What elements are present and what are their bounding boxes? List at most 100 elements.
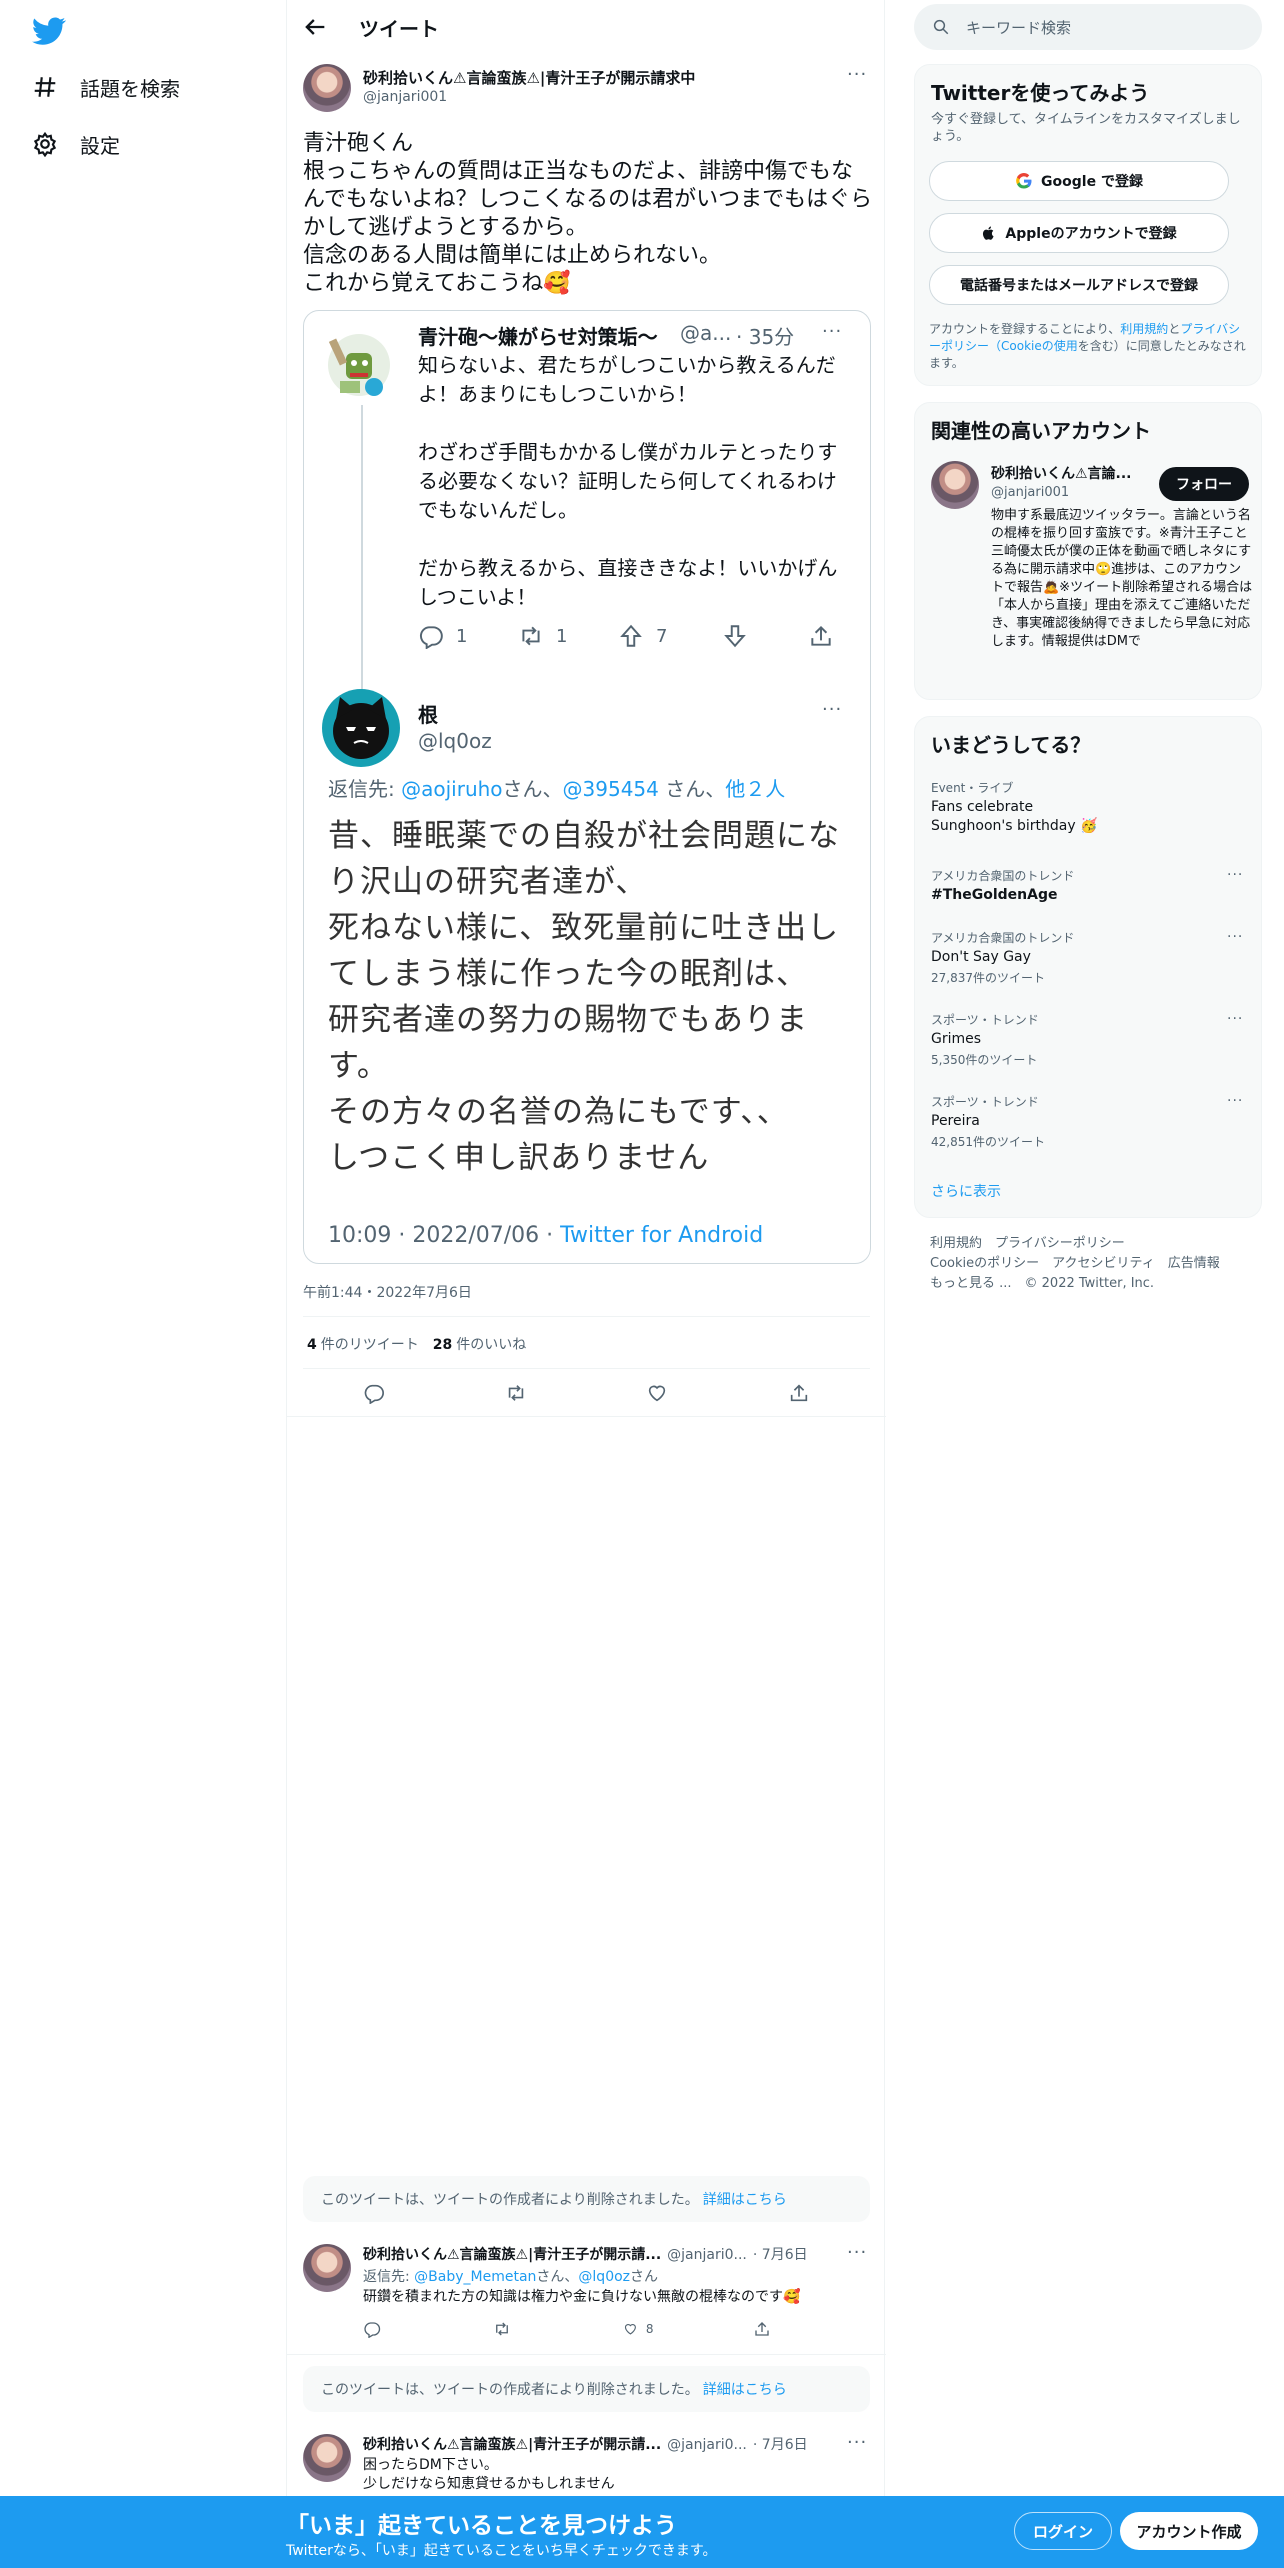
follow-button[interactable]: フォロー (1159, 467, 1249, 501)
embedded-tweet-card[interactable]: 青汁砲〜嫌がらせ対策垢〜 @a... · 35分 ··· 知らないよ、君たちがし… (303, 310, 871, 1264)
reply-tweet-text: 昔、睡眠薬での自殺が社会問題になり沢山の研究者達が、 死ねない様に、致死量前に吐… (328, 818, 840, 1176)
parent-upvote-count: 7 (656, 625, 668, 647)
apple-icon (981, 225, 997, 241)
reply-to-suffix: さん (630, 2269, 659, 2285)
reply-to-suffix: さん、 (502, 777, 563, 801)
login-button[interactable]: ログイン (1014, 2512, 1112, 2550)
client-link[interactable]: Twitter for Android (560, 1223, 763, 1248)
google-signup-button[interactable]: Google で登録 (929, 161, 1229, 201)
parent-timestamp[interactable]: · 35分 (736, 321, 794, 350)
trend-item[interactable]: Event・ライブ Fans celebrate Sunghoon's birt… (931, 779, 1251, 836)
parent-tweet-text: 知らないよ、君たちがしつこいから教えるんだよ！あまりにもしつこいから！ わざわざ… (418, 353, 838, 609)
trend-more-icon[interactable]: ··· (1227, 1011, 1243, 1027)
trend-item[interactable]: アメリカ合衆国のトレンド Don't Say Gay 27,837件のツイート (931, 929, 1251, 986)
apple-signup-button[interactable]: Appleのアカウントで登録 (929, 213, 1229, 253)
retweet-button[interactable] (493, 2320, 623, 2338)
reply-author-handle[interactable]: @janjari0... (667, 2247, 747, 2263)
deleted-text: このツイートは、ツイートの作成者により削除されました。 (321, 2382, 699, 2398)
retweet-icon[interactable] (505, 1382, 527, 1404)
reply-to-suffix: さん、 (536, 2269, 579, 2285)
trend-item[interactable]: スポーツ・トレンド Pereira 42,851件のツイート (931, 1093, 1251, 1150)
retweets-stat[interactable]: 4 件のリツイート (307, 1334, 419, 1354)
trend-name: Don't Say Gay (931, 949, 1031, 965)
nav-settings[interactable]: 設定 (32, 124, 120, 164)
banner-title: 「いま」起きていることを見つけよう (286, 2513, 677, 2539)
reply-avatar[interactable] (303, 2434, 351, 2482)
reply-author-name[interactable]: 砂利拾いくん⚠言論蛮族⚠|青汁王子が開示請... (363, 2244, 661, 2264)
trend-item[interactable]: スポーツ・トレンド Grimes 5,350件のツイート (931, 1011, 1251, 1068)
parent-author-handle[interactable]: @a... (680, 321, 731, 345)
parent-more-icon[interactable]: ··· (822, 321, 842, 342)
back-arrow-icon[interactable] (301, 13, 329, 41)
trend-category: アメリカ合衆国のトレンド (931, 931, 1075, 945)
reply-mention-link[interactable]: @lq0oz (578, 2269, 630, 2285)
parent-reply-button[interactable]: 1 (418, 623, 467, 649)
parent-retweet-button[interactable]: 1 (518, 623, 567, 649)
share-icon[interactable] (788, 1382, 810, 1404)
learn-more-link[interactable]: 詳細はこちら (703, 2379, 787, 2399)
reply-mention-link[interactable]: @aojiruho (401, 777, 502, 801)
parent-share-button[interactable] (808, 623, 834, 649)
create-account-button[interactable]: アカウント作成 (1120, 2512, 1258, 2550)
terms-link[interactable]: 利用規約 (1120, 322, 1168, 336)
phone-email-signup-button[interactable]: 電話番号またはメールアドレスで登録 (929, 265, 1229, 305)
reply-author-handle[interactable]: @lq0oz (418, 729, 492, 753)
trend-item[interactable]: アメリカ合衆国のトレンド #TheGoldenAge (931, 867, 1251, 905)
parent-downvote-button[interactable] (722, 623, 748, 649)
like-icon[interactable] (646, 1382, 668, 1404)
reply-others-link[interactable]: 他２人 (725, 777, 785, 801)
reply-author-name[interactable]: 根 (418, 699, 438, 728)
tweet-text: 青汁砲くん 根っこちゃんの質問は正当なものだよ、誹謗中傷でもなんでもないよね？し… (303, 131, 873, 296)
reply-author-avatar[interactable] (322, 689, 400, 767)
thread-line (361, 405, 363, 705)
reply-more-icon[interactable]: ··· (847, 2242, 867, 2263)
reply-to-prefix: 返信先: (328, 777, 402, 801)
reply-author-handle[interactable]: @janjari0... (667, 2437, 747, 2453)
trend-more-icon[interactable]: ··· (1227, 1093, 1243, 1109)
reply-date[interactable]: · 7月6日 (753, 2434, 808, 2454)
more-options-icon[interactable]: ··· (847, 64, 867, 85)
tweet-stats: 4 件のリツイート 28 件のいいね (307, 1334, 526, 1354)
reply-avatar[interactable] (303, 2244, 351, 2292)
parent-upvote-button[interactable]: 7 (618, 623, 667, 649)
reply-date[interactable]: · 7月6日 (753, 2244, 808, 2264)
terms-text: アカウントを登録することにより、 (929, 322, 1121, 336)
trend-more-icon[interactable]: ··· (1227, 867, 1243, 883)
reply-more-icon[interactable]: ··· (822, 699, 842, 720)
like-button[interactable]: 8 (623, 2320, 753, 2338)
reply-button[interactable] (363, 2320, 493, 2338)
relevant-name[interactable]: 砂利拾いくん⚠言論... (991, 463, 1132, 483)
reply-author-name[interactable]: 砂利拾いくん⚠言論蛮族⚠|青汁王子が開示請... (363, 2434, 661, 2454)
reply-more-icon[interactable]: ··· (847, 2432, 867, 2453)
show-more-link[interactable]: さらに表示 (931, 1181, 1001, 1201)
reply-mention-link[interactable]: @395454 (563, 777, 659, 801)
parent-avatar[interactable] (326, 329, 392, 401)
learn-more-link[interactable]: 詳細はこちら (703, 2189, 787, 2209)
nav-explore[interactable]: 話題を検索 (32, 67, 180, 107)
footer-line[interactable]: もっと見る ... © 2022 Twitter, Inc. (930, 1274, 1260, 1294)
relevant-avatar[interactable] (931, 461, 979, 509)
trend-count: 27,837件のツイート (931, 971, 1045, 985)
trend-count: 5,350件のツイート (931, 1053, 1038, 1067)
relevant-handle[interactable]: @janjari001 (991, 485, 1069, 500)
share-button[interactable] (753, 2320, 883, 2338)
trend-more-icon[interactable]: ··· (1227, 929, 1243, 945)
author-name[interactable]: 砂利拾いくん⚠言論蛮族⚠|青汁王子が開示請求中 (363, 67, 695, 88)
twitter-logo-icon[interactable] (32, 14, 66, 48)
banner-subtitle: Twitterなら、「いま」起きていることをいち早くチェックできます。 (286, 2543, 717, 2559)
deleted-tweet-notice: このツイートは、ツイートの作成者により削除されました。 詳細はこちら (303, 2366, 870, 2412)
author-handle[interactable]: @janjari001 (363, 89, 447, 105)
likes-stat[interactable]: 28 件のいいね (433, 1334, 526, 1354)
footer-line[interactable]: 利用規約 プライバシーポリシー (930, 1234, 1260, 1254)
page-header: ツイート (287, 0, 886, 54)
reply-icon[interactable] (363, 1382, 385, 1404)
trend-category: アメリカ合衆国のトレンド (931, 869, 1075, 883)
search-input[interactable]: キーワード検索 (914, 4, 1262, 50)
parent-author-name[interactable]: 青汁砲〜嫌がらせ対策垢〜 (418, 321, 658, 350)
reply-mention-link[interactable]: @Baby_Memetan (414, 2269, 536, 2285)
retweets-count: 4 (307, 1337, 317, 1353)
author-avatar[interactable] (303, 64, 351, 112)
signup-banner: 「いま」起きていることを見つけよう Twitterなら、「いま」起きていることを… (0, 2496, 1284, 2568)
tweet-timestamp[interactable]: 午前1:44・2022年7月6日 (303, 1282, 472, 1302)
footer-line[interactable]: Cookieのポリシー アクセシビリティ 広告情報 (930, 1254, 1260, 1274)
